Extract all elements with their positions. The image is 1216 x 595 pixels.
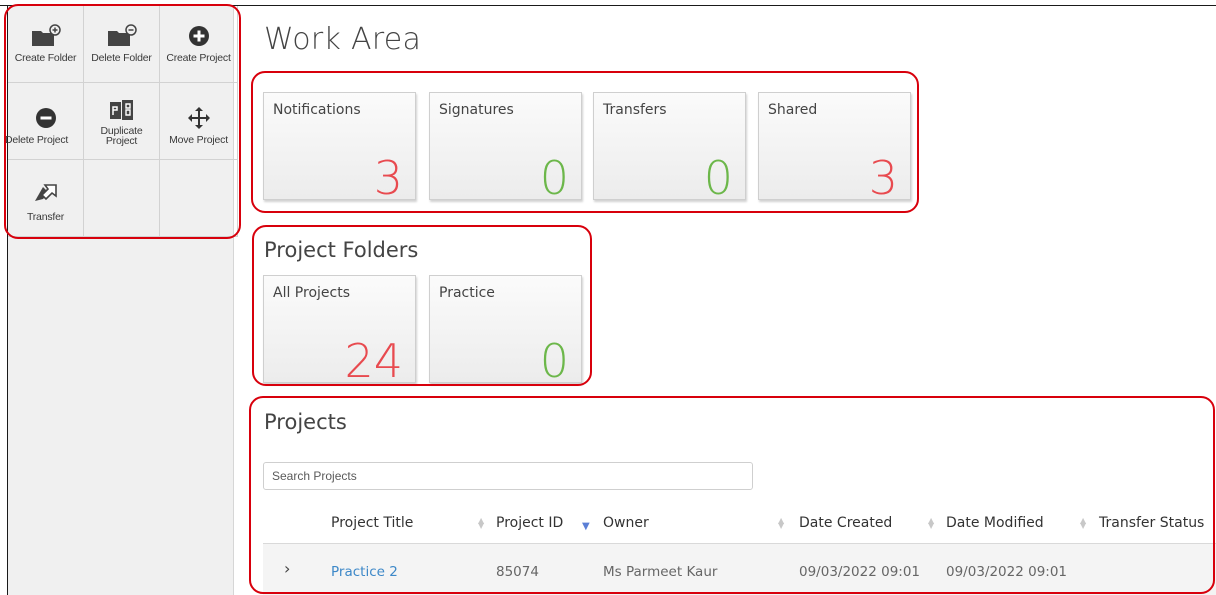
delete-folder-label: Delete Folder: [91, 52, 152, 64]
tile-count: 0: [539, 151, 569, 205]
tile-count: 3: [373, 151, 403, 205]
toolbar-grid: Create Folder Delete Folder Create Proje…: [5, 6, 238, 237]
create-folder-button[interactable]: Create Folder: [8, 6, 84, 83]
duplicate-project-label: Duplicate Project: [100, 125, 143, 147]
folder-plus-icon: [31, 23, 61, 49]
transfer-label: Transfer: [26, 211, 65, 223]
tile-label: Shared: [768, 102, 818, 118]
transfer-arrow-icon: [31, 179, 61, 205]
tile-label: All Projects: [273, 285, 350, 301]
column-header-date-modified[interactable]: Date Modified: [946, 515, 1044, 531]
folder-minus-icon: [107, 23, 137, 49]
toolbar-empty-slot: [160, 160, 238, 237]
page-title: Work Area: [264, 22, 422, 57]
date-modified-cell: 09/03/2022 09:01: [946, 564, 1068, 580]
column-header-transfer-status[interactable]: Transfer Status: [1099, 515, 1204, 531]
practice-folder-tile[interactable]: Practice 0: [429, 275, 582, 388]
notifications-tile[interactable]: Notifications 3: [263, 92, 416, 205]
duplicate-icon: [107, 98, 137, 124]
move-arrows-icon: [184, 105, 214, 131]
tile-label: Signatures: [439, 102, 514, 118]
search-projects-input[interactable]: [263, 462, 753, 490]
column-header-project-title[interactable]: Project Title: [331, 515, 413, 531]
create-project-button[interactable]: Create Project: [160, 6, 238, 83]
project-folders-title: Project Folders: [264, 238, 419, 262]
delete-folder-button[interactable]: Delete Folder: [84, 6, 160, 83]
all-projects-tile[interactable]: All Projects 24: [263, 275, 416, 388]
signatures-tile[interactable]: Signatures 0: [429, 92, 582, 205]
column-header-date-created[interactable]: Date Created: [799, 515, 892, 531]
table-row[interactable]: [263, 544, 1216, 595]
plus-circle-icon: [184, 23, 214, 49]
create-project-label: Create Project: [166, 52, 231, 64]
minus-circle-icon: [31, 105, 61, 131]
column-header-project-id[interactable]: Project ID: [496, 515, 563, 531]
duplicate-project-button[interactable]: Duplicate Project: [84, 83, 160, 160]
tile-count: 0: [703, 151, 733, 205]
toolbar-empty-slot: [84, 160, 160, 237]
projects-title: Projects: [264, 410, 347, 434]
sort-icon[interactable]: ▲ ▼: [1080, 517, 1086, 530]
tile-label: Practice: [439, 285, 495, 301]
tile-label: Transfers: [603, 102, 667, 118]
sort-icon[interactable]: ▲ ▼: [478, 517, 484, 530]
tile-count: 24: [344, 334, 403, 388]
project-title-link[interactable]: Practice 2: [331, 564, 398, 580]
tile-count: 0: [539, 334, 569, 388]
create-folder-label: Create Folder: [14, 52, 77, 64]
transfer-button[interactable]: Transfer: [8, 160, 84, 237]
date-created-cell: 09/03/2022 09:01: [799, 564, 921, 580]
owner-cell: Ms Parmeet Kaur: [603, 564, 718, 580]
tile-label: Notifications: [273, 102, 361, 118]
delete-project-button[interactable]: Delete Project: [5, 83, 84, 160]
sort-descending-icon[interactable]: ▼: [582, 521, 590, 532]
sort-icon[interactable]: ▲ ▼: [778, 517, 784, 530]
move-project-button[interactable]: Move Project: [160, 83, 238, 160]
transfers-tile[interactable]: Transfers 0: [593, 92, 746, 205]
column-header-owner[interactable]: Owner: [603, 515, 649, 531]
chevron-right-icon[interactable]: ›: [284, 559, 290, 578]
move-project-label: Move Project: [169, 134, 228, 146]
sidebar: Create Folder Delete Folder Create Proje…: [5, 6, 238, 595]
tile-count: 3: [868, 151, 898, 205]
delete-project-label: Delete Project: [5, 134, 69, 146]
sort-icon[interactable]: ▲ ▼: [928, 517, 934, 530]
shared-tile[interactable]: Shared 3: [758, 92, 911, 205]
project-id-cell: 85074: [496, 564, 539, 580]
